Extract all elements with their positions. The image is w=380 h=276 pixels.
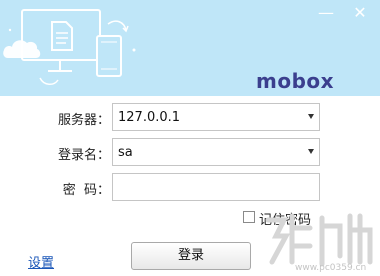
server-value: 127.0.0.1 [118,110,181,125]
header-banner: mobox — ✕ [0,0,380,96]
settings-link[interactable]: 设置 [28,252,54,271]
login-button[interactable]: 登录 [131,242,251,270]
chevron-down-icon[interactable] [308,149,314,154]
server-label: 服务器： [57,113,110,128]
minimize-button[interactable]: — [315,3,337,23]
remember-password-checkbox[interactable] [243,211,255,223]
password-label: 密 码： [62,183,110,198]
login-name-dropdown[interactable]: sa [112,138,320,166]
server-dropdown[interactable]: 127.0.0.1 [112,103,320,131]
login-name-value: sa [118,145,133,160]
password-row: 密 码： [0,173,380,201]
document-icon [51,21,73,51]
login-window: mobox — ✕ 服务器： 127.0.0.1 登录名： sa 密 码： 记住… [0,0,380,276]
login-name-label: 登录名： [57,148,110,163]
login-name-row: 登录名： sa [0,138,380,166]
devices-illustration [3,9,136,85]
server-row: 服务器： 127.0.0.1 [0,103,380,131]
close-button[interactable]: ✕ [349,3,371,23]
mobox-logo: mobox [256,69,335,93]
password-field[interactable] [112,173,320,201]
chevron-down-icon[interactable] [308,114,314,119]
watermark-url: www.pc0359.cn [295,263,367,273]
